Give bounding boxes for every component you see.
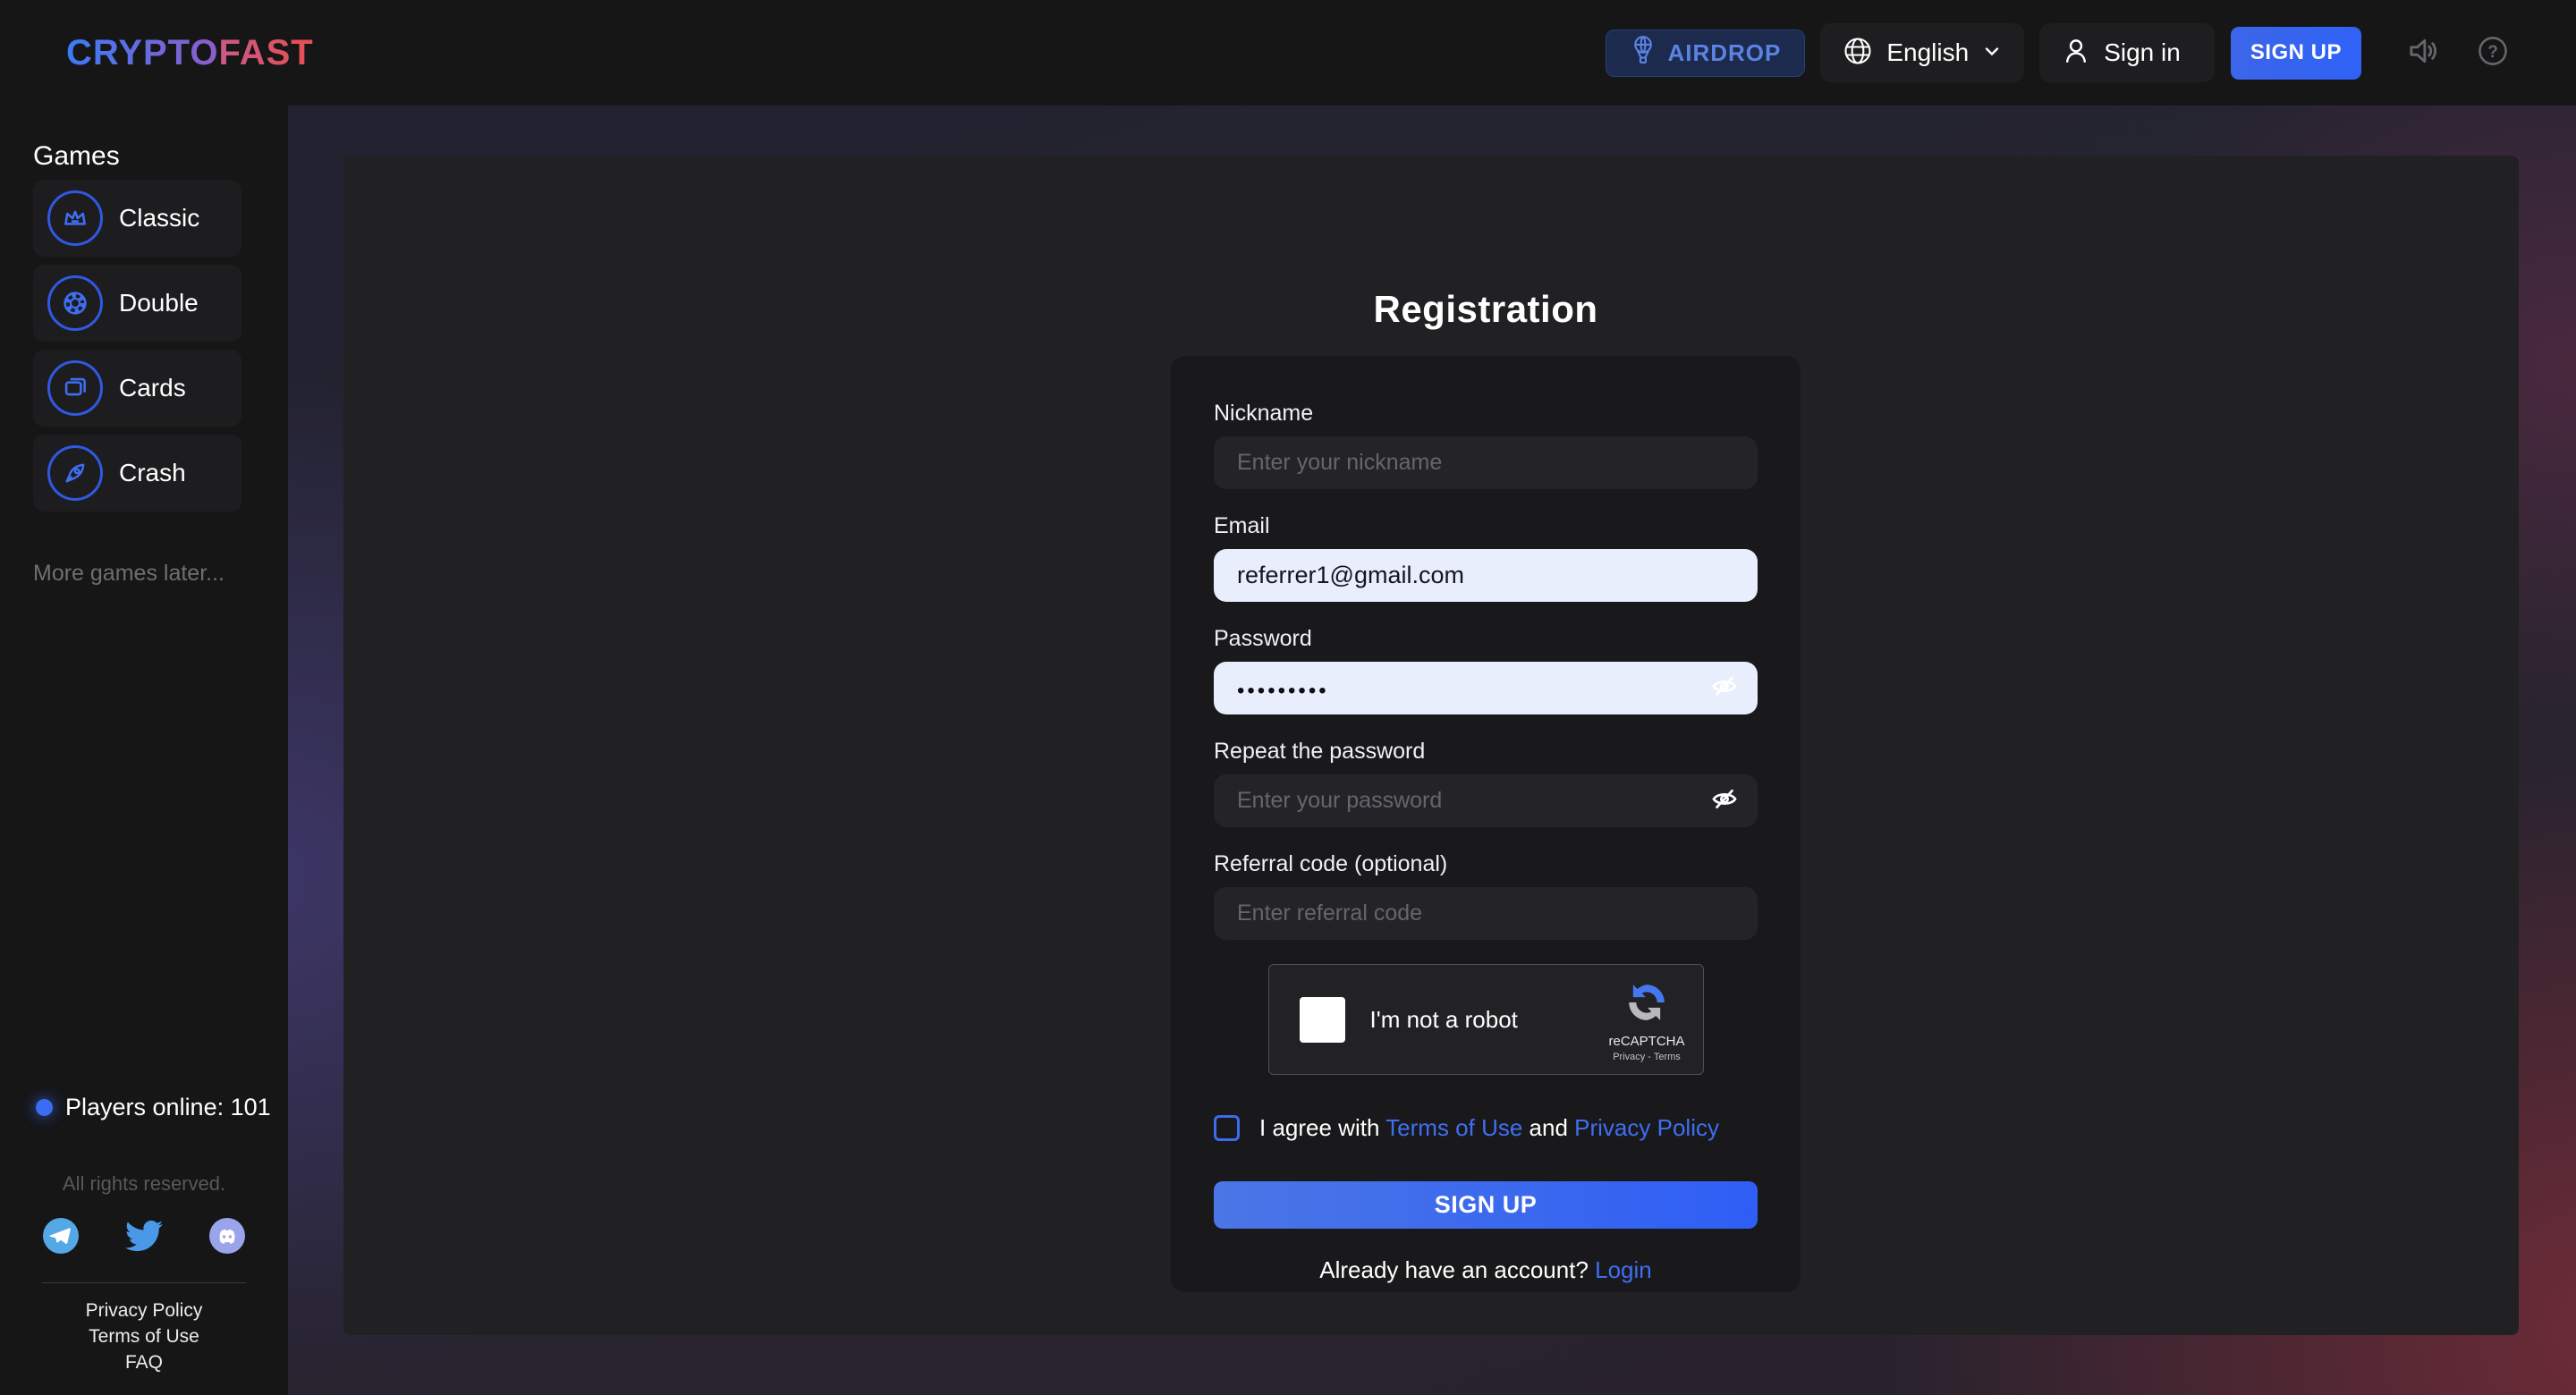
sidebar-links: Privacy Policy Terms of Use FAQ bbox=[0, 1298, 288, 1375]
more-games-note: More games later... bbox=[33, 561, 225, 586]
login-link[interactable]: Login bbox=[1595, 1256, 1652, 1283]
agree-row: I agree with Terms of Use and Privacy Po… bbox=[1214, 1114, 1758, 1142]
brand-logo[interactable]: CRYPTOFAST bbox=[66, 33, 314, 73]
balloon-icon bbox=[1630, 35, 1657, 72]
sidebar-divider bbox=[42, 1282, 246, 1283]
eye-off-icon[interactable] bbox=[1709, 671, 1740, 706]
sidebar-item-crash[interactable]: Crash bbox=[33, 435, 242, 512]
players-online: Players online: 101 bbox=[36, 1094, 288, 1121]
privacy-policy-link[interactable]: Privacy Policy bbox=[0, 1298, 288, 1323]
nickname-label: Nickname bbox=[1214, 401, 1314, 426]
password-field[interactable] bbox=[1214, 662, 1758, 714]
agree-prefix: I agree with bbox=[1259, 1114, 1386, 1141]
sidebar-item-label: Crash bbox=[119, 459, 186, 486]
agree-checkbox[interactable] bbox=[1214, 1115, 1240, 1141]
sign-in-label: Sign in bbox=[2104, 38, 2181, 66]
cards-icon bbox=[47, 360, 103, 416]
referral-group: Referral code (optional) bbox=[1214, 851, 1758, 940]
email-group: Email bbox=[1214, 513, 1758, 602]
main-panel: Registration Nickname Email Password bbox=[343, 156, 2519, 1335]
sidebar-item-classic[interactable]: Classic bbox=[33, 180, 242, 257]
discord-icon[interactable] bbox=[209, 1218, 245, 1258]
top-bar: CRYPTOFAST AIRDROP English Sign in SIGN … bbox=[0, 0, 2576, 106]
nickname-group: Nickname bbox=[1214, 401, 1758, 489]
login-line: Already have an account? Login bbox=[1214, 1256, 1758, 1284]
social-links bbox=[0, 1217, 288, 1259]
privacy-policy-link[interactable]: Privacy Policy bbox=[1574, 1114, 1719, 1141]
nickname-input[interactable] bbox=[1214, 436, 1758, 489]
registration-card: Nickname Email Password bbox=[1171, 356, 1801, 1292]
help-icon[interactable]: ? bbox=[2476, 34, 2510, 72]
brand-part2: FAST bbox=[218, 32, 314, 72]
airdrop-label: AIRDROP bbox=[1667, 38, 1782, 66]
page-title: Registration bbox=[1373, 288, 1598, 330]
recaptcha-widget: I'm not a robot reCAPTCHA Privacy - Term… bbox=[1267, 964, 1704, 1075]
globe-icon bbox=[1842, 35, 1874, 72]
sign-in-button[interactable]: Sign in bbox=[2039, 23, 2215, 82]
recaptcha-privacy-terms[interactable]: Privacy - Terms bbox=[1608, 1052, 1684, 1062]
language-label: English bbox=[1886, 38, 1970, 66]
referral-label: Referral code (optional) bbox=[1214, 851, 1448, 876]
email-label: Email bbox=[1214, 513, 1270, 538]
sign-up-submit-button[interactable]: SIGN UP bbox=[1214, 1181, 1758, 1229]
sidebar-item-cards[interactable]: Cards bbox=[33, 350, 242, 427]
sound-icon[interactable] bbox=[2406, 33, 2442, 73]
email-field[interactable] bbox=[1214, 549, 1758, 602]
airdrop-button[interactable]: AIRDROP bbox=[1606, 29, 1806, 77]
sidebar: Games Classic Double Cards Crash More ga… bbox=[0, 106, 288, 1395]
recaptcha-label: I'm not a robot bbox=[1369, 1005, 1518, 1033]
recaptcha-checkbox[interactable] bbox=[1299, 996, 1345, 1043]
chip-icon bbox=[47, 275, 103, 331]
rights-reserved: All rights reserved. bbox=[62, 1172, 226, 1195]
online-dot bbox=[36, 1099, 53, 1116]
recaptcha-logo-icon bbox=[1622, 984, 1672, 1031]
terms-of-use-link[interactable]: Terms of Use bbox=[1385, 1114, 1522, 1141]
twitter-icon[interactable] bbox=[125, 1217, 163, 1259]
password-group: Password bbox=[1214, 626, 1758, 714]
header-actions: AIRDROP English Sign in SIGN UP ? bbox=[1606, 23, 2510, 82]
repeat-password-group: Repeat the password bbox=[1214, 739, 1758, 827]
recaptcha-brand: reCAPTCHA bbox=[1608, 1033, 1685, 1049]
language-selector[interactable]: English bbox=[1820, 23, 2025, 82]
players-online-label: Players online: 101 bbox=[65, 1094, 271, 1120]
terms-of-use-link[interactable]: Terms of Use bbox=[0, 1323, 288, 1349]
repeat-password-label: Repeat the password bbox=[1214, 739, 1426, 764]
password-label: Password bbox=[1214, 626, 1312, 651]
agree-text: I agree with Terms of Use and Privacy Po… bbox=[1259, 1114, 1719, 1142]
rocket-icon bbox=[47, 445, 103, 501]
main-content: Registration Nickname Email Password bbox=[288, 106, 2576, 1395]
sidebar-item-label: Cards bbox=[119, 374, 186, 402]
user-icon bbox=[2061, 36, 2091, 71]
referral-input[interactable] bbox=[1214, 887, 1758, 940]
sidebar-item-double[interactable]: Double bbox=[33, 265, 242, 342]
svg-text:?: ? bbox=[2487, 42, 2498, 61]
sidebar-footer: Players online: 101 All rights reserved. bbox=[0, 1094, 288, 1395]
telegram-icon[interactable] bbox=[43, 1218, 79, 1258]
brand-part1: CRYPTO bbox=[66, 32, 219, 72]
games-heading: Games bbox=[33, 141, 120, 171]
sidebar-item-label: Classic bbox=[119, 204, 200, 232]
repeat-password-field[interactable] bbox=[1214, 774, 1758, 827]
faq-link[interactable]: FAQ bbox=[0, 1349, 288, 1375]
agree-middle: and bbox=[1522, 1114, 1575, 1141]
sidebar-item-label: Double bbox=[119, 289, 199, 317]
login-prompt: Already have an account? bbox=[1319, 1256, 1596, 1283]
eye-off-icon[interactable] bbox=[1709, 783, 1740, 818]
recaptcha-brand-block: reCAPTCHA Privacy - Terms bbox=[1608, 977, 1685, 1062]
crown-icon bbox=[47, 190, 103, 246]
chevron-down-icon bbox=[1981, 40, 2003, 66]
sign-up-header-button[interactable]: SIGN UP bbox=[2230, 26, 2361, 80]
